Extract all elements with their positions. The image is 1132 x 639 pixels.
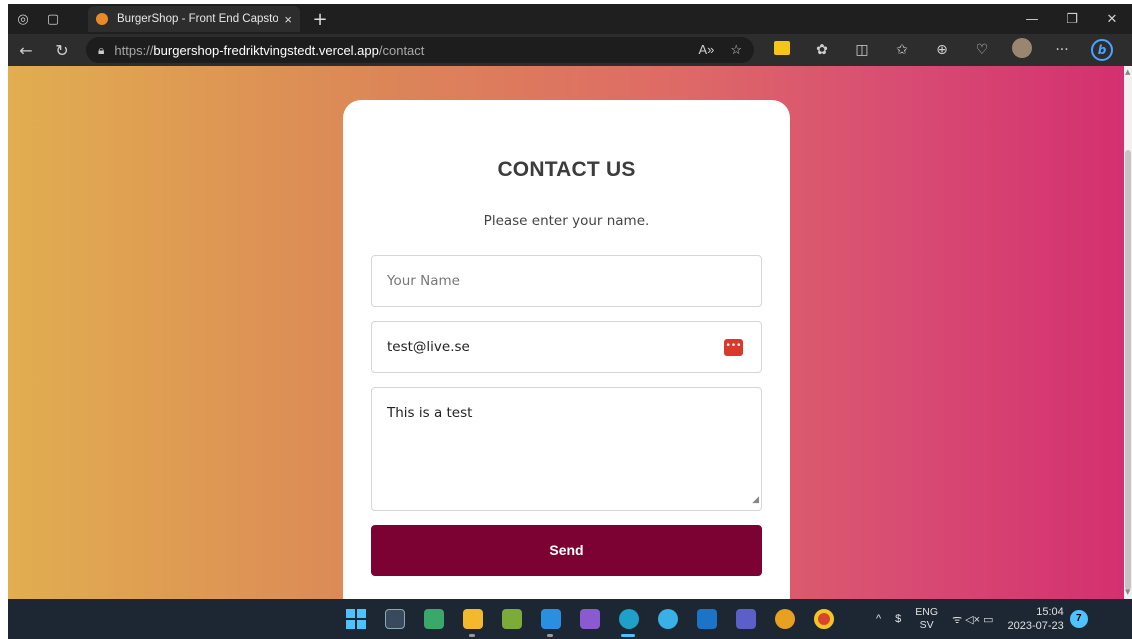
page-background: CONTACT US Please enter your name. Your …: [8, 66, 1124, 599]
url-protocol: https://: [114, 42, 154, 58]
password-manager-icon[interactable]: •••: [724, 339, 743, 356]
name-input[interactable]: Your Name: [371, 255, 762, 307]
taskbar-file-explorer[interactable]: [453, 599, 492, 639]
taskbar-app-4[interactable]: [492, 599, 531, 639]
browser-toolbar: ← ↻ 🔒︎ https://burgershop-fredriktvingst…: [8, 34, 1132, 66]
page-title: CONTACT US: [497, 158, 636, 181]
app-4-icon: [501, 609, 522, 629]
extensions-puzzle-icon[interactable]: ✿: [802, 42, 842, 58]
message-textarea[interactable]: This is a test ◢: [371, 387, 762, 511]
workspaces-icon[interactable]: ◎: [8, 4, 38, 34]
browser-title-bar: ◎ ▢ BurgerShop - Front End Capstone × + …: [8, 4, 1132, 34]
edge-icon: [618, 609, 639, 629]
scroll-up-icon[interactable]: ▲: [1125, 68, 1130, 76]
clock-time: 15:04: [1036, 606, 1064, 618]
taskbar-vscode[interactable]: [531, 599, 570, 639]
scroll-down-icon[interactable]: ▼: [1125, 588, 1130, 596]
windows-taskbar: ^ $ ENG SV ᯤ ◁× ▭ 15:04 2023-07-23 7: [8, 599, 1132, 639]
chrome-icon: [813, 609, 834, 629]
window-controls: — ❐ ✕: [1012, 12, 1132, 27]
clock-date: 2023-07-23: [1007, 620, 1064, 632]
new-tab-button[interactable]: +: [308, 9, 332, 30]
taskbar-app-8[interactable]: [648, 599, 687, 639]
favorites-icon[interactable]: ✩: [882, 42, 922, 58]
app-1-icon: [384, 609, 405, 629]
message-value: This is a test: [387, 405, 473, 421]
scrollbar-thumb[interactable]: [1125, 150, 1131, 590]
close-window-button[interactable]: ✕: [1092, 12, 1132, 27]
app-8-icon: [657, 609, 678, 629]
url-host: burgershop-fredriktvingstedt.vercel.app: [153, 42, 379, 58]
start-button[interactable]: [336, 599, 375, 639]
split-screen-icon[interactable]: ◫: [842, 42, 882, 58]
email-value: test@live.se: [387, 339, 470, 355]
url-path: /contact: [378, 42, 425, 58]
taskbar-app-2[interactable]: [414, 599, 453, 639]
send-button[interactable]: Send: [371, 525, 762, 576]
taskbar-edge[interactable]: [609, 599, 648, 639]
email-input[interactable]: test@live.se •••: [371, 321, 762, 373]
clock[interactable]: 15:04 2023-07-23: [1008, 605, 1064, 633]
refresh-button[interactable]: ↻: [44, 41, 80, 60]
language-line-1: ENG: [915, 606, 939, 618]
taskbar-teams[interactable]: [726, 599, 765, 639]
taskbar-visual-studio[interactable]: [570, 599, 609, 639]
browser-health-icon[interactable]: ♡: [962, 42, 1002, 58]
teams-icon: [735, 609, 756, 629]
vscode-icon: [540, 609, 561, 629]
taskbar-app-1[interactable]: [375, 599, 414, 639]
address-bar[interactable]: 🔒︎ https://burgershop-fredriktvingstedt.…: [86, 37, 754, 63]
bing-copilot-icon[interactable]: b: [1082, 39, 1122, 61]
notification-badge[interactable]: 7: [1069, 610, 1088, 628]
read-aloud-icon[interactable]: A»: [698, 42, 714, 58]
tab-actions-icon[interactable]: ▢: [38, 4, 68, 34]
minimize-button[interactable]: —: [1012, 12, 1052, 27]
burger-favicon-icon: [96, 13, 108, 25]
language-indicator[interactable]: ENG SV: [915, 606, 938, 632]
chrome-canary-icon: [774, 609, 795, 629]
browser-tab-burgershop[interactable]: BurgerShop - Front End Capstone ×: [88, 6, 300, 32]
app-2-icon: [423, 609, 444, 629]
collections-icon[interactable]: ⊕: [922, 42, 962, 58]
tray-overflow-chevron-icon[interactable]: ^: [876, 613, 881, 625]
tab-close-icon[interactable]: ×: [284, 12, 292, 27]
back-button[interactable]: ←: [8, 41, 44, 60]
taskbar-apps: [336, 599, 843, 639]
visual-studio-icon: [579, 609, 600, 629]
windows-logo-icon: [345, 609, 366, 629]
tab-title: BurgerShop - Front End Capstone: [117, 13, 279, 25]
lock-icon[interactable]: 🔒︎: [98, 43, 104, 58]
profile-avatar[interactable]: [1002, 38, 1042, 62]
contact-form-card: CONTACT US Please enter your name. Your …: [343, 100, 790, 599]
extensions-area: ✿ ◫ ✩ ⊕ ♡ ··· b: [762, 38, 1122, 62]
form-status-message: Please enter your name.: [483, 213, 650, 229]
taskbar-outlook[interactable]: [687, 599, 726, 639]
page-scrollbar[interactable]: ▲ ▼: [1124, 66, 1132, 599]
language-line-2: SV: [919, 619, 934, 631]
settings-more-icon[interactable]: ···: [1042, 42, 1082, 58]
favorite-star-icon[interactable]: ☆: [730, 42, 742, 58]
wifi-volume-battery-icon[interactable]: ᯤ ◁× ▭: [952, 612, 993, 627]
password-extension-icon[interactable]: [762, 41, 802, 59]
system-tray: ^ $ ENG SV ᯤ ◁× ▭ 15:04 2023-07-23 7: [876, 599, 1088, 639]
tray-dollar-icon[interactable]: $: [895, 613, 901, 625]
outlook-icon: [696, 609, 717, 629]
taskbar-chrome[interactable]: [804, 599, 843, 639]
taskbar-chrome-canary[interactable]: [765, 599, 804, 639]
folder-icon: [462, 609, 483, 629]
restore-button[interactable]: ❐: [1052, 12, 1092, 27]
resize-handle-icon[interactable]: ◢: [752, 491, 759, 509]
